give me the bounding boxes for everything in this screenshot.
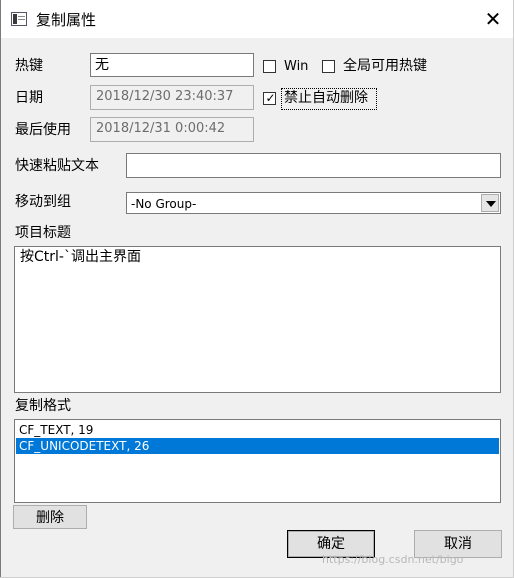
win-checkbox[interactable] xyxy=(263,60,276,73)
copy-formats-list[interactable]: CF_TEXT, 19 CF_UNICODETEXT, 26 xyxy=(14,419,501,503)
hotkey-label: 热键 xyxy=(15,58,43,74)
chevron-down-icon[interactable] xyxy=(481,194,499,212)
delete-button[interactable]: 删除 xyxy=(13,505,87,529)
date-label: 日期 xyxy=(15,90,43,106)
quick-paste-label: 快速粘贴文本 xyxy=(15,158,99,174)
item-title-textarea[interactable]: 按Ctrl-`调出主界面 xyxy=(14,246,501,393)
list-item[interactable]: CF_UNICODETEXT, 26 xyxy=(16,438,499,454)
watermark-text: https://blog.csdn.net/bigo xyxy=(322,553,464,566)
group-select[interactable]: -No Group- xyxy=(126,192,501,214)
global-hotkey-checkbox[interactable] xyxy=(322,60,335,73)
window-title: 复制属性 xyxy=(36,11,97,29)
last-used-field: 2018/12/31 0:00:42 xyxy=(90,117,254,142)
date-field: 2018/12/30 23:40:37 xyxy=(90,85,254,110)
no-auto-delete-checkbox[interactable]: ✓ xyxy=(263,91,276,105)
item-title-label: 项目标题 xyxy=(15,225,71,241)
app-icon xyxy=(11,12,27,26)
list-item[interactable]: CF_TEXT, 19 xyxy=(16,422,499,438)
close-icon[interactable]: ✕ xyxy=(478,6,508,32)
copy-formats-label: 复制格式 xyxy=(15,398,71,414)
move-to-group-label: 移动到组 xyxy=(15,194,71,210)
group-select-value: -No Group- xyxy=(131,197,197,211)
quick-paste-field[interactable] xyxy=(126,153,501,178)
hotkey-field[interactable]: 无 xyxy=(90,53,254,77)
checkmark-icon: ✓ xyxy=(265,91,276,105)
no-auto-delete-label[interactable]: 禁止自动删除 xyxy=(284,89,368,107)
win-checkbox-label[interactable]: Win xyxy=(284,58,308,76)
item-title-text: 按Ctrl-`调出主界面 xyxy=(20,249,141,265)
window-border-left xyxy=(0,0,1,578)
global-hotkey-label[interactable]: 全局可用热键 xyxy=(343,57,427,75)
last-used-label: 最后使用 xyxy=(15,122,71,138)
